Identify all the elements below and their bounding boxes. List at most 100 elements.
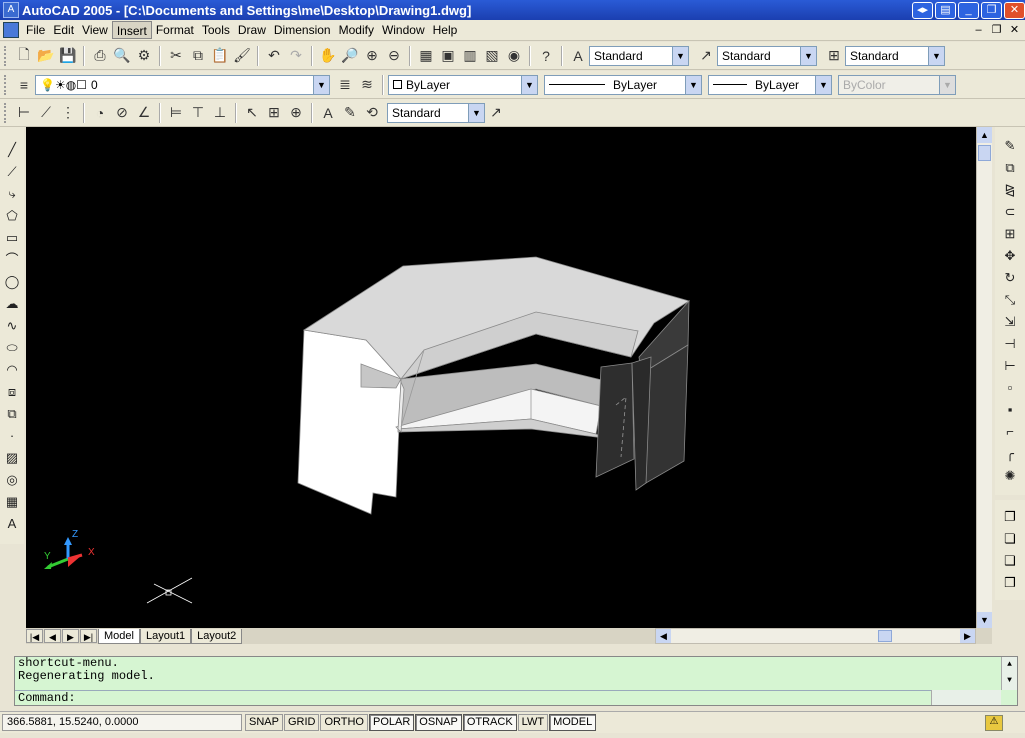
polyline-icon[interactable]: ⤷ bbox=[2, 183, 22, 205]
center-mark-icon[interactable]: ⊕ bbox=[285, 102, 307, 124]
explode-icon[interactable]: ✺ bbox=[999, 465, 1021, 487]
scroll-up-icon[interactable]: ▲ bbox=[1002, 657, 1017, 673]
spline-icon[interactable]: ∿ bbox=[2, 315, 22, 337]
table-style-select[interactable]: Standard ▼ bbox=[845, 45, 945, 66]
menu-format[interactable]: Format bbox=[152, 21, 198, 39]
redo-icon[interactable]: ↷ bbox=[285, 45, 307, 67]
horizontal-scrollbar[interactable]: ◀ ▶ bbox=[655, 628, 976, 644]
command-hscrollbar[interactable] bbox=[931, 690, 1001, 705]
scroll-left-icon[interactable]: ◀ bbox=[656, 629, 671, 643]
baseline-dim-icon[interactable]: ⊤ bbox=[187, 102, 209, 124]
autocad-app-icon[interactable]: A bbox=[3, 2, 19, 18]
break-icon[interactable]: ▫ bbox=[999, 377, 1021, 399]
command-scrollbar[interactable]: ▲ ▼ bbox=[1001, 657, 1017, 690]
toolbar-grip[interactable] bbox=[4, 74, 9, 95]
communication-center-icon[interactable]: ⚠ bbox=[985, 714, 1003, 731]
open-icon[interactable]: 📂 bbox=[35, 45, 57, 67]
copy-icon[interactable]: ⧉ bbox=[187, 45, 209, 67]
multiline-text-icon[interactable]: A bbox=[2, 513, 22, 535]
plot-preview-icon[interactable]: 🔍 bbox=[111, 45, 133, 67]
match-properties-icon[interactable]: 🖌 bbox=[231, 45, 253, 67]
grid-toggle[interactable]: GRID bbox=[283, 714, 320, 731]
make-block-icon[interactable]: ⧉ bbox=[2, 403, 22, 425]
menu-dimension[interactable]: Dimension bbox=[270, 21, 335, 39]
offset-icon[interactable]: ⊂ bbox=[999, 201, 1021, 223]
menu-file[interactable]: File bbox=[22, 21, 49, 39]
toolbar-grip[interactable] bbox=[4, 102, 9, 123]
table-icon[interactable]: ▦ bbox=[2, 491, 22, 513]
layer-manager-icon[interactable]: ≡ bbox=[13, 74, 35, 96]
publish-icon[interactable]: ⚙ bbox=[133, 45, 155, 67]
scroll-up-icon[interactable]: ▲ bbox=[977, 127, 992, 143]
bring-to-front-icon[interactable]: ❐ bbox=[999, 506, 1021, 528]
dim-style-manager-icon[interactable]: ↗ bbox=[485, 102, 507, 124]
model-space-viewport[interactable]: X Y Z bbox=[26, 127, 976, 628]
properties-icon[interactable]: ▦ bbox=[415, 45, 437, 67]
otrack-toggle[interactable]: OTRACK bbox=[462, 714, 517, 731]
bring-above-icon[interactable]: ❑ bbox=[999, 550, 1021, 572]
model-toggle[interactable]: MODEL bbox=[549, 714, 597, 731]
point-icon[interactable]: · bbox=[2, 425, 22, 447]
coordinate-display[interactable]: 366.5881, 15.5240, 0.0000 bbox=[2, 714, 242, 731]
zoom-previous-icon[interactable]: ⊖ bbox=[383, 45, 405, 67]
dim-style-control[interactable]: Standard ▼ bbox=[387, 102, 485, 123]
ellipse-icon[interactable]: ⬭ bbox=[2, 337, 22, 359]
ellipse-arc-icon[interactable]: ◠ bbox=[2, 359, 22, 381]
polygon-icon[interactable]: ⬠ bbox=[2, 205, 22, 227]
continue-dim-icon[interactable]: ⊥ bbox=[209, 102, 231, 124]
menu-modify[interactable]: Modify bbox=[335, 21, 378, 39]
toolbar-grip[interactable] bbox=[4, 45, 9, 66]
layer-select[interactable]: 💡☀◍☐ 0 ▼ bbox=[35, 74, 330, 95]
scroll-down-icon[interactable]: ▼ bbox=[1002, 673, 1017, 689]
lwt-toggle[interactable]: LWT bbox=[517, 714, 549, 731]
dim-style-select[interactable]: Standard ▼ bbox=[717, 45, 817, 66]
vertical-scrollbar[interactable]: ▲ ▼ bbox=[976, 127, 992, 628]
construction-line-icon[interactable]: ⟋ bbox=[2, 161, 22, 183]
line-icon[interactable]: ╱ bbox=[2, 139, 22, 161]
linetype-select[interactable]: ByLayer ▼ bbox=[544, 74, 702, 95]
send-to-back-icon[interactable]: ❏ bbox=[999, 528, 1021, 550]
table-style-icon[interactable]: ⊞ bbox=[823, 45, 845, 67]
aligned-dim-icon[interactable]: ⟋ bbox=[35, 102, 57, 124]
ortho-toggle[interactable]: ORTHO bbox=[320, 714, 368, 731]
tab-layout2[interactable]: Layout2 bbox=[191, 628, 243, 644]
circle-icon[interactable]: ◯ bbox=[2, 271, 22, 293]
make-object-layer-current-icon[interactable]: ≣ bbox=[334, 74, 356, 96]
close-button[interactable]: ✕ bbox=[1004, 1, 1025, 19]
chamfer-icon[interactable]: ⌐ bbox=[999, 421, 1021, 443]
angular-dim-icon[interactable]: ∠ bbox=[133, 102, 155, 124]
ordinate-dim-icon[interactable]: ⋮ bbox=[57, 102, 79, 124]
tool-palettes-icon[interactable]: ▥ bbox=[459, 45, 481, 67]
cut-icon[interactable]: ✂ bbox=[165, 45, 187, 67]
revision-cloud-icon[interactable]: ☁ bbox=[2, 293, 22, 315]
mirror-icon[interactable]: ⧎ bbox=[999, 179, 1021, 201]
new-icon[interactable]: 🗋 bbox=[13, 45, 35, 67]
scale-icon[interactable]: ⤡ bbox=[999, 289, 1021, 311]
osnap-toggle[interactable]: OSNAP bbox=[415, 714, 462, 731]
rectangle-icon[interactable]: ▭ bbox=[2, 227, 22, 249]
dim-edit-icon[interactable]: A bbox=[317, 102, 339, 124]
radius-dim-icon[interactable]: ◔ bbox=[89, 102, 111, 124]
save-icon[interactable]: 💾 bbox=[57, 45, 79, 67]
drawing-canvas[interactable]: X Y Z bbox=[26, 127, 976, 628]
copy-object-icon[interactable]: ⧉ bbox=[999, 157, 1021, 179]
menu-view[interactable]: View bbox=[78, 21, 112, 39]
dim-style-icon[interactable]: ↗ bbox=[695, 45, 717, 67]
help-icon[interactable]: ? bbox=[535, 45, 557, 67]
diameter-dim-icon[interactable]: ⊘ bbox=[111, 102, 133, 124]
array-icon[interactable]: ⊞ bbox=[999, 223, 1021, 245]
text-style-icon[interactable]: A bbox=[567, 45, 589, 67]
snap-toggle[interactable]: SNAP bbox=[245, 714, 283, 731]
polar-toggle[interactable]: POLAR bbox=[369, 714, 415, 731]
minimize-button[interactable]: _ bbox=[958, 1, 979, 19]
menu-help[interactable]: Help bbox=[429, 21, 462, 39]
stretch-icon[interactable]: ⇲ bbox=[999, 311, 1021, 333]
doc-close-icon[interactable]: ✕ bbox=[1007, 23, 1022, 37]
hatch-icon[interactable]: ▨ bbox=[2, 447, 22, 469]
first-tab-icon[interactable]: |◀ bbox=[26, 629, 43, 643]
undo-icon[interactable]: ↶ bbox=[263, 45, 285, 67]
plot-icon[interactable]: ⎙ bbox=[89, 45, 111, 67]
scroll-down-icon[interactable]: ▼ bbox=[977, 612, 992, 628]
doc-minimize-icon[interactable]: – bbox=[971, 23, 986, 37]
paste-icon[interactable]: 📋 bbox=[209, 45, 231, 67]
